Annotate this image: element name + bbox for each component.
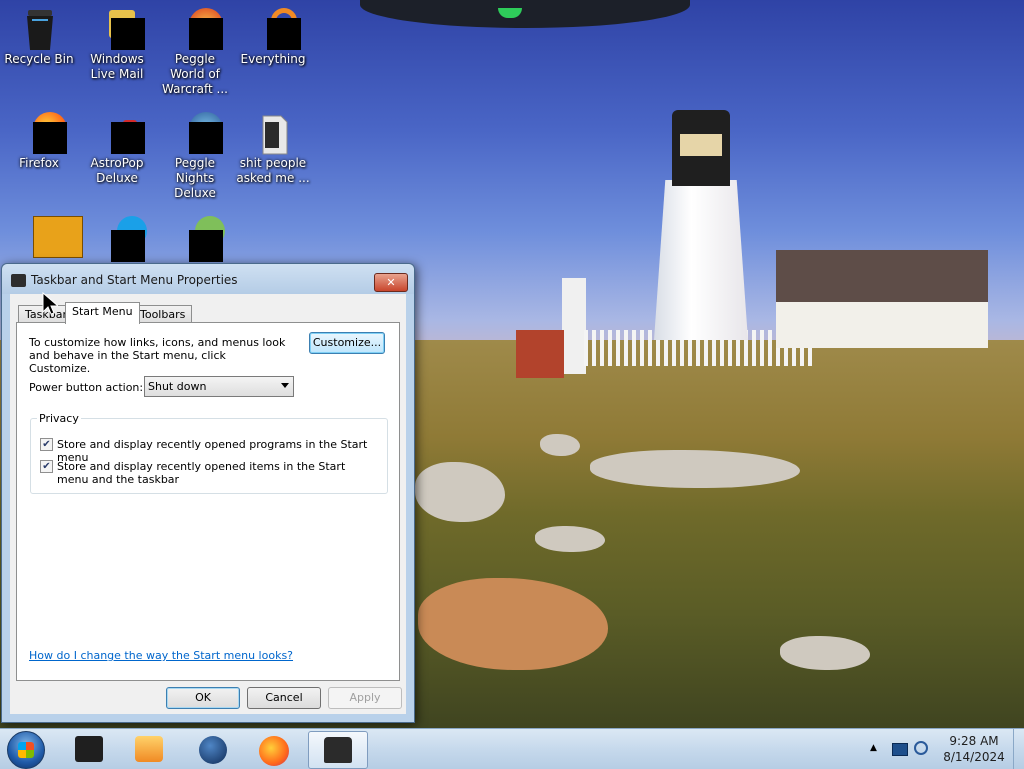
- customize-description: To customize how links, icons, and menus…: [29, 336, 286, 375]
- app-icon: [75, 736, 103, 762]
- show-hidden-icons-icon[interactable]: ▲: [870, 743, 877, 753]
- media-player-icon: [135, 736, 163, 762]
- folder-icon: [253, 112, 293, 155]
- chevron-down-icon: [281, 383, 289, 388]
- tab-start-menu[interactable]: Start Menu: [65, 302, 140, 324]
- recent-items-label: Store and display recently opened items …: [57, 460, 346, 486]
- dialog-client: Taskbar Start Menu Toolbars To customize…: [10, 294, 406, 714]
- top-gadget: [360, 0, 690, 28]
- power-button-action-select[interactable]: Shut down: [144, 376, 294, 397]
- taskbar-button-properties[interactable]: [308, 731, 368, 769]
- globe-icon: [199, 736, 227, 764]
- network-icon[interactable]: [914, 741, 928, 755]
- power-button-action-value: Shut down: [148, 380, 207, 393]
- recent-items-checkbox[interactable]: ✔: [40, 460, 53, 473]
- customize-button[interactable]: Customize...: [309, 332, 385, 354]
- desktop-icon-app-3[interactable]: [156, 214, 234, 262]
- show-desktop-button[interactable]: [1013, 729, 1024, 769]
- privacy-legend: Privacy: [37, 412, 81, 425]
- firefox-icon: [19, 112, 67, 154]
- taskbar: ▲ 9:28 AM 8/14/2024: [0, 728, 1024, 769]
- wallpaper-roof: [776, 250, 988, 302]
- recycle-bin-icon: [19, 8, 59, 50]
- desktop-icon-peggle-world-of-warcraft[interactable]: Peggle World of Warcraft ...: [156, 8, 234, 97]
- start-menu-tab-panel: To customize how links, icons, and menus…: [16, 322, 400, 681]
- help-link[interactable]: How do I change the way the Start menu l…: [29, 649, 293, 662]
- clock-date: 8/14/2024: [943, 750, 1005, 764]
- mouse-cursor-icon: [42, 292, 58, 315]
- clock[interactable]: 9:28 AM 8/14/2024: [936, 733, 1012, 765]
- checkbox-row-recent-items[interactable]: ✔ Store and display recently opened item…: [40, 460, 377, 486]
- desktop-icon-everything[interactable]: Everything: [234, 8, 312, 67]
- app-icon: [97, 214, 147, 262]
- taskbar-button-globe[interactable]: [184, 731, 242, 767]
- ok-button[interactable]: OK: [166, 687, 240, 709]
- desktop-icon-peggle-nights-deluxe[interactable]: Peggle Nights Deluxe: [156, 112, 234, 201]
- desktop-icon-folder[interactable]: shit people asked me ...: [234, 112, 312, 186]
- windows-logo-icon: [18, 742, 34, 758]
- taskbar-properties-icon: [11, 274, 26, 287]
- peggle-icon: [175, 8, 223, 50]
- wallpaper-lighthouse: [654, 180, 748, 340]
- cancel-button[interactable]: Cancel: [247, 687, 321, 709]
- clock-time: 9:28 AM: [949, 734, 999, 748]
- close-button[interactable]: ✕: [374, 273, 408, 292]
- search-icon: [253, 8, 301, 50]
- desktop-icon-firefox[interactable]: Firefox: [0, 112, 78, 171]
- app-icon: [175, 214, 225, 262]
- desktop-icon-app-2[interactable]: [78, 214, 156, 262]
- apply-button[interactable]: Apply: [328, 687, 402, 709]
- taskbar-button-firefox[interactable]: [246, 731, 304, 767]
- power-button-action-label: Power button action:: [29, 381, 144, 394]
- taskbar-button-app[interactable]: [60, 731, 118, 767]
- wallpaper-tower: [562, 278, 586, 374]
- dialog-title: Taskbar and Start Menu Properties: [31, 273, 238, 287]
- app-icon: [19, 214, 83, 258]
- desktop-icon-recycle-bin[interactable]: Recycle Bin: [0, 8, 78, 67]
- start-button[interactable]: [7, 731, 45, 769]
- taskbar-button-media-player[interactable]: [120, 731, 178, 767]
- mail-icon: [97, 8, 145, 50]
- astropop-icon: [97, 112, 145, 154]
- taskbar-properties-icon: [324, 737, 352, 763]
- desktop-icon-windows-live-mail[interactable]: Windows Live Mail: [78, 8, 156, 82]
- peggle-nights-icon: [175, 112, 223, 154]
- close-icon: ✕: [386, 276, 396, 289]
- system-tray: ▲ 9:28 AM 8/14/2024: [866, 729, 1024, 769]
- firefox-icon: [259, 736, 289, 766]
- desktop-icon-astropop-deluxe[interactable]: AstroPop Deluxe: [78, 112, 156, 186]
- taskbar-start-menu-properties-dialog: Taskbar and Start Menu Properties ✕ Task…: [1, 263, 415, 723]
- desktop-icon-app-1[interactable]: [0, 214, 83, 258]
- wallpaper-shed: [516, 330, 564, 378]
- recent-programs-checkbox[interactable]: ✔: [40, 438, 53, 451]
- action-center-icon[interactable]: [892, 743, 908, 756]
- dialog-titlebar[interactable]: Taskbar and Start Menu Properties ✕: [2, 264, 414, 294]
